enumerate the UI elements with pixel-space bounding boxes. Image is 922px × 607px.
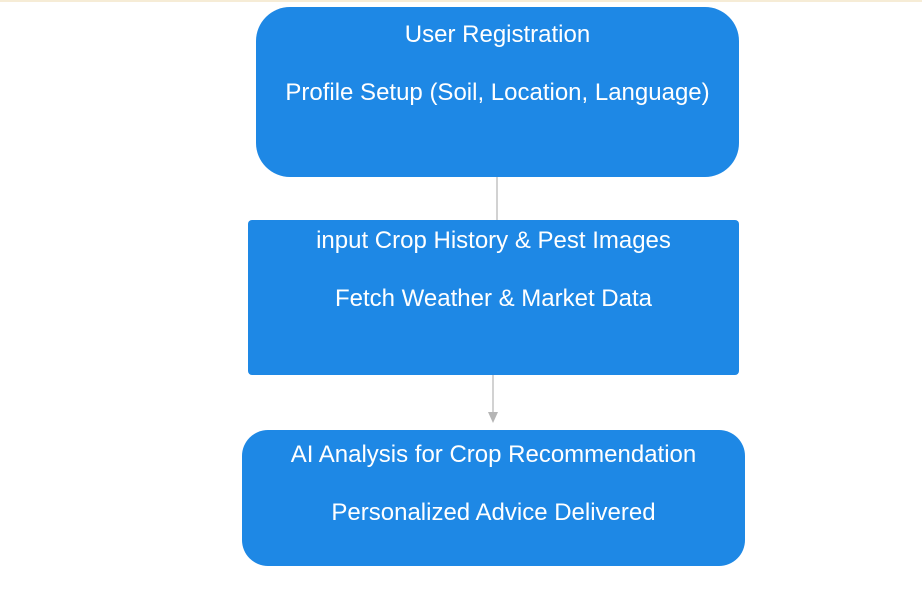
node-title: User Registration [404, 21, 591, 48]
node-title: AI Analysis for Crop Recommendation [290, 441, 697, 468]
node-subtitle: Fetch Weather & Market Data [334, 285, 652, 312]
node-subtitle: Profile Setup (Soil, Location, Language) [285, 79, 710, 106]
node-title: input Crop History & Pest Images [316, 227, 671, 254]
node-spacer [260, 255, 727, 284]
arrowhead-down-icon [488, 412, 498, 423]
node-spacer [254, 469, 733, 498]
flow-node-input-data: input Crop History & Pest Images Fetch W… [248, 220, 739, 375]
node-subtitle: Personalized Advice Delivered [331, 499, 656, 526]
flow-node-ai-analysis: AI Analysis for Crop Recommendation Pers… [242, 430, 745, 566]
flow-node-user-registration: User Registration Profile Setup (Soil, L… [256, 7, 739, 177]
node-spacer [268, 49, 727, 78]
